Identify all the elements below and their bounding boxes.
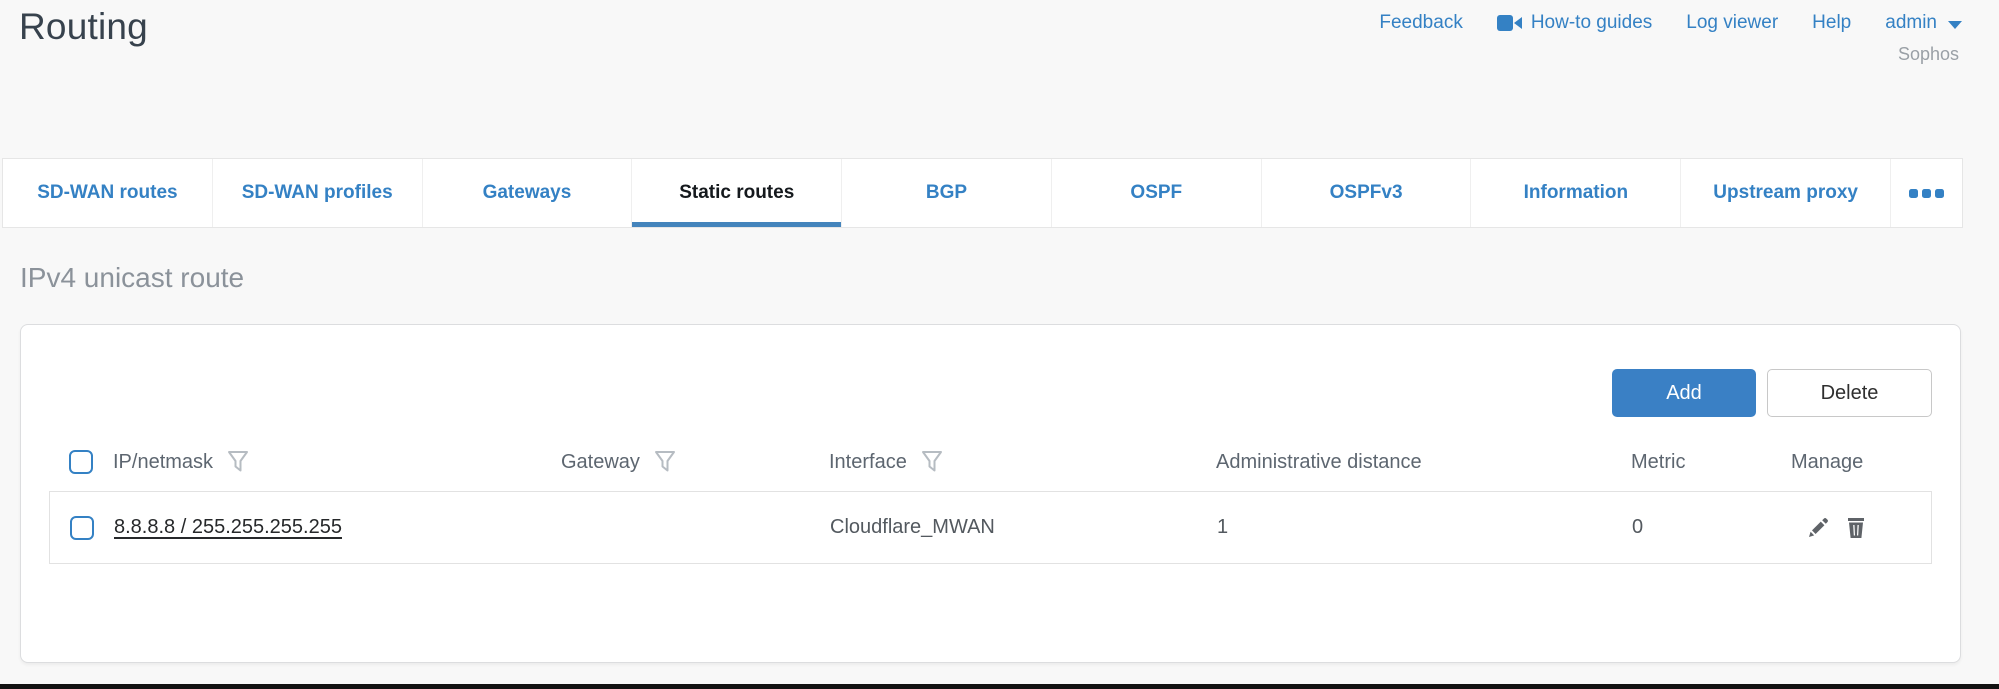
user-menu-label: admin — [1885, 12, 1937, 34]
select-all-checkbox[interactable] — [69, 450, 93, 474]
delete-button[interactable]: Delete — [1767, 369, 1932, 417]
column-metric: Metric — [1631, 451, 1685, 474]
log-viewer-label: Log viewer — [1686, 12, 1778, 34]
table-header: IP/netmask Gateway Interface Administrat… — [49, 439, 1932, 485]
more-tabs-button[interactable] — [1890, 159, 1962, 227]
column-ip-netmask: IP/netmask — [113, 451, 213, 474]
tab-ospf[interactable]: OSPF — [1051, 159, 1261, 227]
howto-guides-label: How-to guides — [1531, 12, 1652, 34]
table-row: 8.8.8.8 / 255.255.255.255 Cloudflare_MWA… — [49, 491, 1932, 564]
interface-cell: Cloudflare_MWAN — [830, 516, 1217, 539]
tab-bar: SD-WAN routes SD-WAN profiles Gateways S… — [2, 158, 1963, 228]
column-gateway: Gateway — [561, 451, 640, 474]
metric-cell: 0 — [1632, 516, 1792, 539]
tab-information[interactable]: Information — [1470, 159, 1680, 227]
delete-trash-icon[interactable] — [1844, 516, 1868, 540]
administrative-distance-cell: 1 — [1217, 516, 1632, 539]
help-label: Help — [1812, 12, 1851, 34]
video-camera-icon — [1497, 14, 1522, 32]
add-button[interactable]: Add — [1612, 369, 1756, 417]
chevron-down-icon — [1948, 21, 1962, 29]
toolbar: Add Delete — [1612, 369, 1932, 417]
filter-icon[interactable] — [227, 450, 249, 474]
tab-upstream-proxy[interactable]: Upstream proxy — [1680, 159, 1890, 227]
ellipsis-icon — [1935, 189, 1944, 198]
log-viewer-link[interactable]: Log viewer — [1686, 12, 1778, 34]
static-routes-panel: Add Delete IP/netmask Gateway Interface … — [20, 324, 1961, 663]
help-link[interactable]: Help — [1812, 12, 1851, 34]
section-title: IPv4 unicast route — [20, 262, 244, 294]
tab-sdwan-routes[interactable]: SD-WAN routes — [3, 159, 212, 227]
user-menu[interactable]: admin — [1885, 12, 1962, 34]
ip-netmask-link[interactable]: 8.8.8.8 / 255.255.255.255 — [114, 516, 342, 538]
filter-icon[interactable] — [921, 450, 943, 474]
column-interface: Interface — [829, 451, 907, 474]
tab-ospfv3[interactable]: OSPFv3 — [1261, 159, 1471, 227]
row-checkbox[interactable] — [70, 516, 94, 540]
column-manage: Manage — [1791, 451, 1863, 474]
tab-gateways[interactable]: Gateways — [422, 159, 632, 227]
bottom-edge-bar — [0, 684, 1999, 689]
tab-bgp[interactable]: BGP — [841, 159, 1051, 227]
feedback-link[interactable]: Feedback — [1379, 12, 1462, 34]
ellipsis-icon — [1909, 189, 1918, 198]
tab-sdwan-profiles[interactable]: SD-WAN profiles — [212, 159, 422, 227]
howto-guides-link[interactable]: How-to guides — [1497, 12, 1652, 34]
column-administrative-distance: Administrative distance — [1216, 451, 1422, 474]
page-title: Routing — [19, 6, 148, 48]
brand-label: Sophos — [1898, 44, 1959, 65]
filter-icon[interactable] — [654, 450, 676, 474]
manage-cell — [1792, 516, 1935, 540]
ellipsis-icon — [1922, 189, 1931, 198]
edit-pencil-icon[interactable] — [1806, 516, 1830, 540]
top-nav: Feedback How-to guides Log viewer Help a… — [1379, 12, 1962, 34]
feedback-label: Feedback — [1379, 12, 1462, 34]
tab-static-routes[interactable]: Static routes — [631, 159, 841, 227]
